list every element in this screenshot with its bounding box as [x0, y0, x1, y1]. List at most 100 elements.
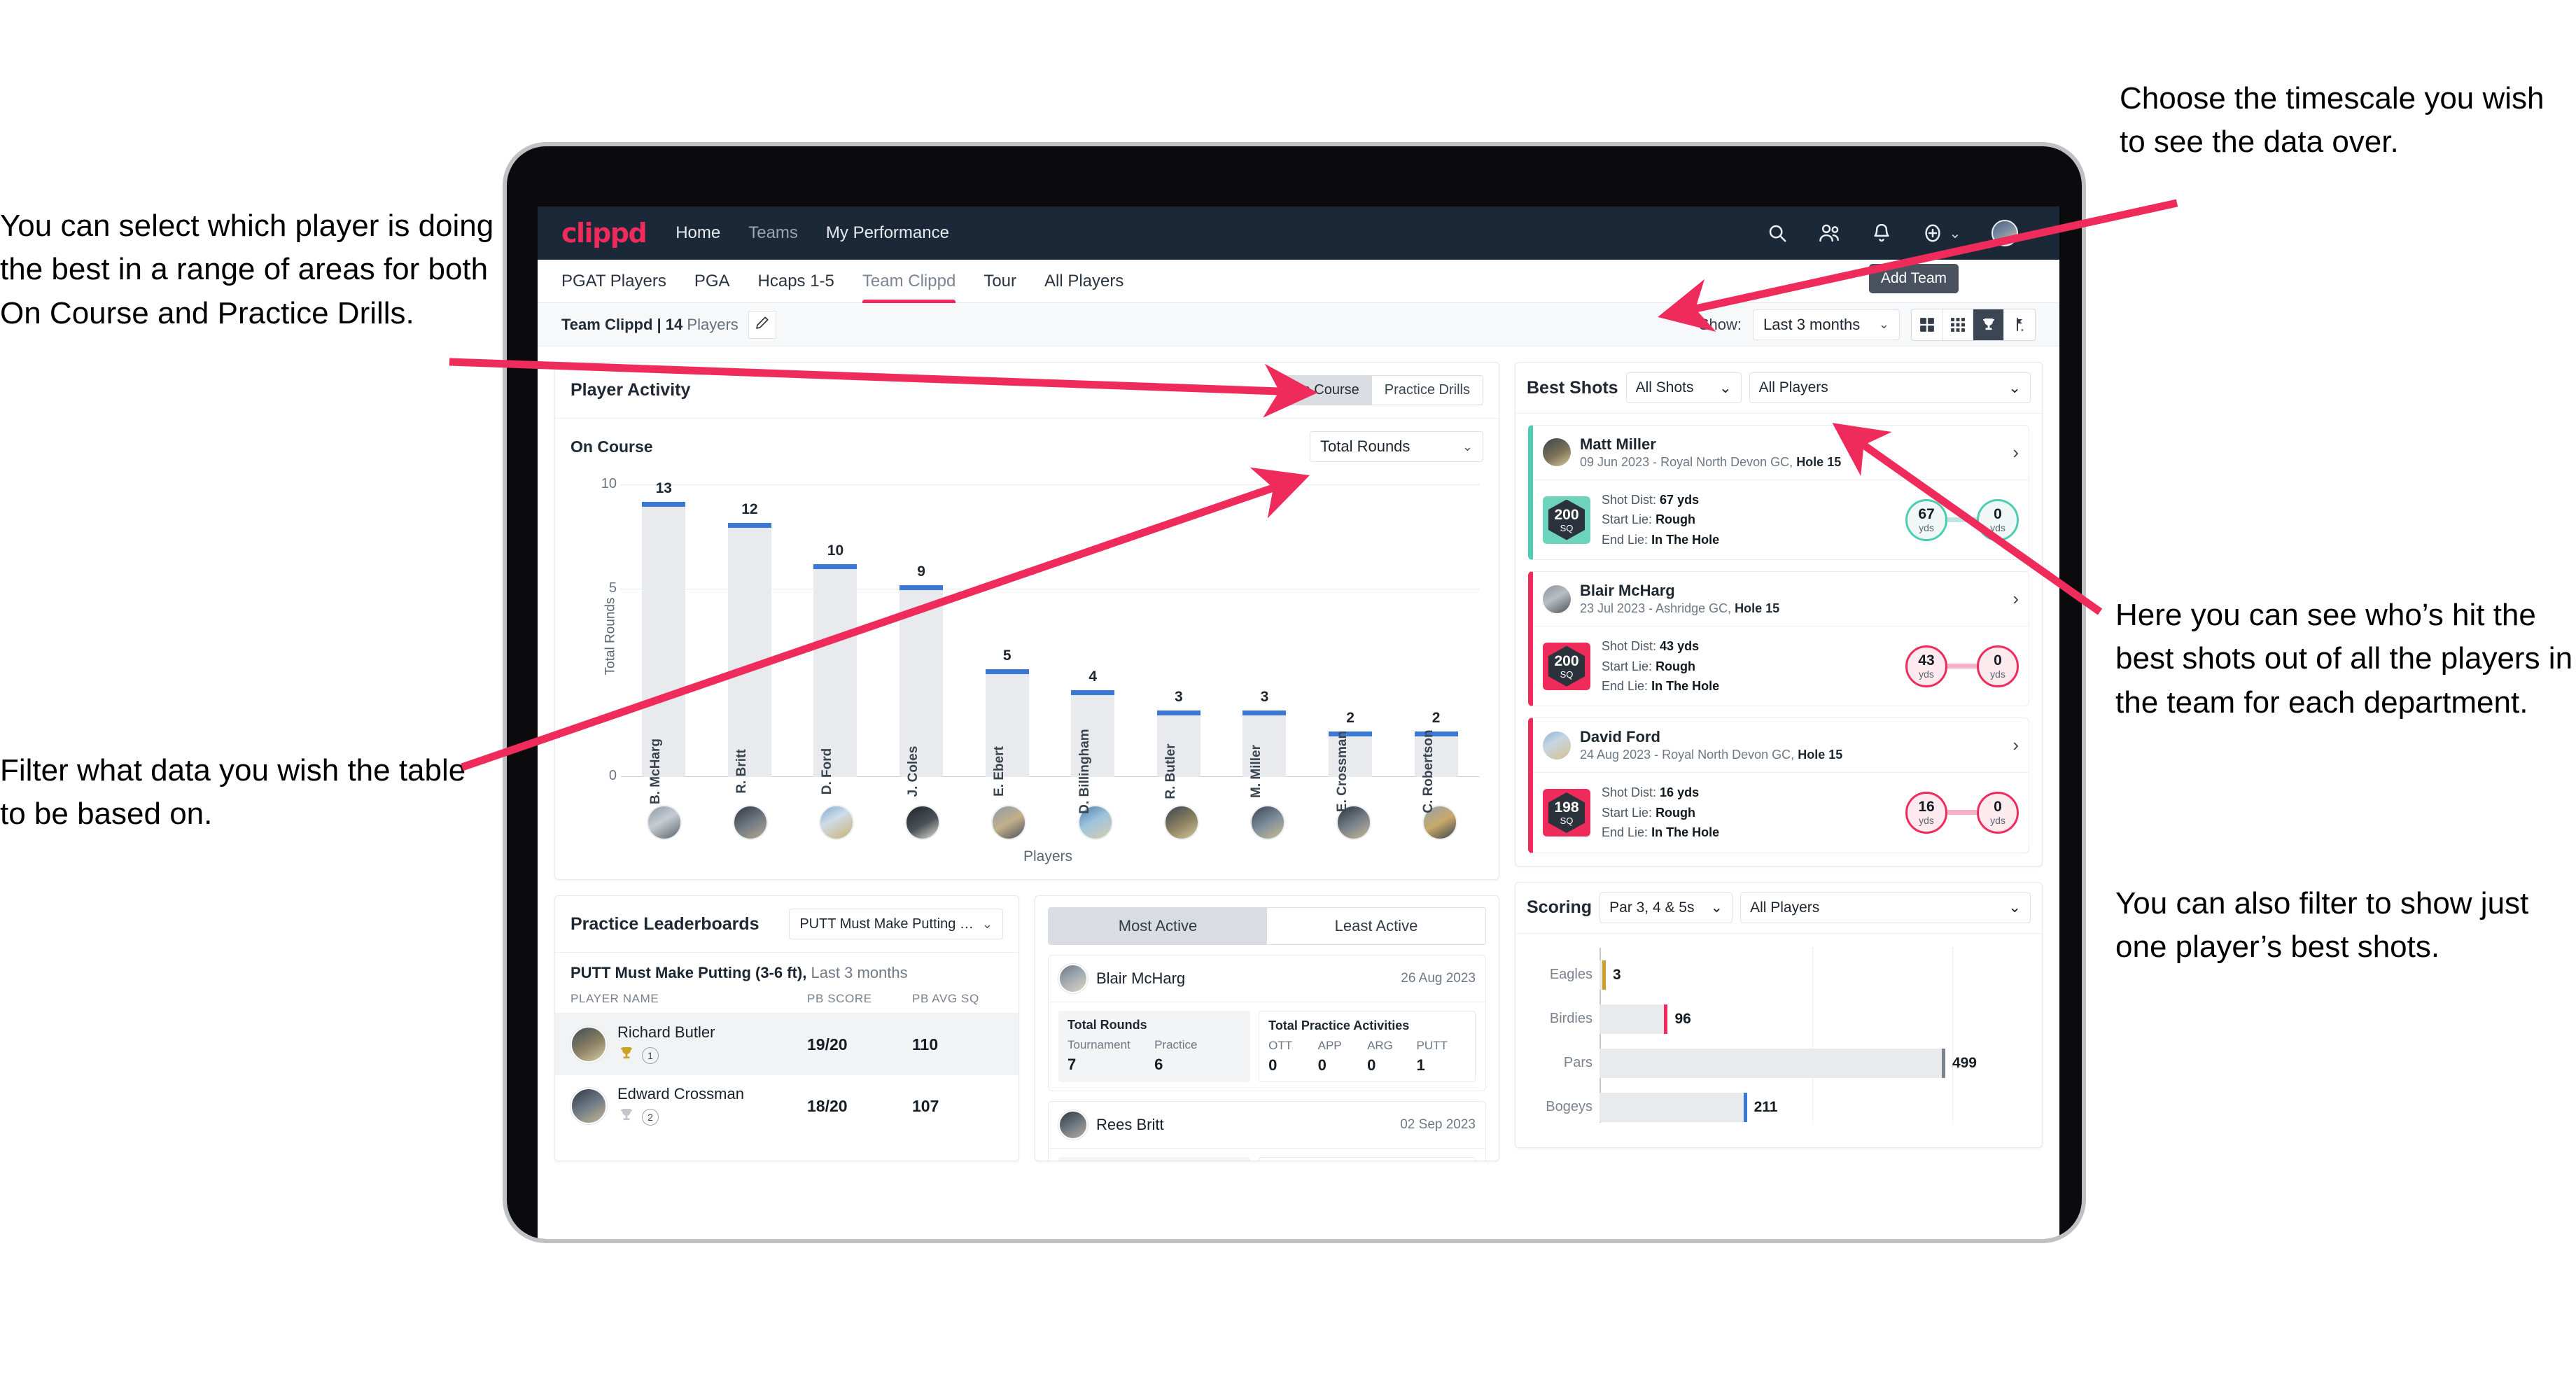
tab-least-active[interactable]: Least Active	[1267, 908, 1485, 944]
table-row[interactable]: Richard Butler 1 19/20 110	[555, 1014, 1018, 1075]
trophy-icon[interactable]	[1973, 309, 2004, 340]
player-avatar-cell	[1311, 805, 1397, 840]
y-tick-10: 10	[601, 476, 617, 491]
chart-bar[interactable]: 2 C. Robertson	[1414, 710, 1458, 813]
tab-pgat-players[interactable]: PGAT Players	[561, 260, 666, 303]
user-menu[interactable]: ⌄	[1991, 220, 2036, 246]
value-practice: 6	[1154, 1056, 1163, 1073]
leaderboard-rank-line: 2	[617, 1107, 744, 1127]
shot-meta: 24 Aug 2023 - Royal North Devon GC, Hole…	[1580, 747, 1843, 762]
shot-end-value: 0	[1994, 506, 2002, 523]
tab-hcaps-1-5[interactable]: Hcaps 1-5	[758, 260, 834, 303]
avatar[interactable]	[732, 805, 768, 840]
hexagon-icon: 200 SQ	[1548, 645, 1585, 687]
avatar[interactable]	[1163, 805, 1199, 840]
shot-connector	[1947, 810, 1977, 816]
trophy-icon	[617, 1107, 636, 1127]
tab-all-players[interactable]: All Players	[1044, 260, 1124, 303]
shot-start-ball: 43 yds	[1905, 645, 1947, 687]
shot-start-value: 43	[1918, 652, 1935, 669]
avatar[interactable]	[819, 805, 854, 840]
tab-pga[interactable]: PGA	[694, 260, 730, 303]
end-lie-value: In The Hole	[1651, 532, 1720, 547]
chart-bar[interactable]: 13 B. McHarg	[642, 480, 686, 804]
shot-course: Royal North Devon GC,	[1660, 454, 1793, 469]
list-item[interactable]: Blair McHarg 26 Aug 2023 Total Rounds To…	[1048, 955, 1486, 1091]
chart-bar[interactable]: 4 D. Billingham	[1071, 668, 1115, 814]
scoring-bar[interactable]	[1600, 1048, 1945, 1078]
edit-team-button[interactable]	[748, 310, 776, 339]
chevron-down-icon: ⌄	[2008, 899, 2021, 916]
player-avatar-cell	[1224, 805, 1310, 840]
scoring-players-select[interactable]: All Players ⌄	[1740, 892, 2031, 923]
par-filter-select[interactable]: Par 3, 4 & 5s ⌄	[1600, 892, 1733, 923]
avatar[interactable]	[991, 805, 1027, 840]
table-row[interactable]: Edward Crossman 2 18/20 107	[555, 1075, 1018, 1137]
chart-bar[interactable]: 5 E. Ebert	[985, 648, 1029, 797]
total-rounds-panel: Total Rounds Tournament Practice 8	[1058, 1157, 1251, 1161]
team-players-word: Players	[687, 315, 738, 333]
grid-small-icon[interactable]	[1942, 309, 1973, 340]
shot-course: Royal North Devon GC,	[1662, 747, 1795, 762]
clippd-logo[interactable]: clippd	[561, 218, 648, 248]
start-lie-label: Start Lie:	[1602, 805, 1653, 820]
chart-bar[interactable]: 2 E. Crossman	[1329, 710, 1373, 812]
shot-end-ball: 0 yds	[1977, 498, 2019, 541]
view-mode-group	[1911, 308, 2036, 341]
chevron-right-icon[interactable]: ›	[2012, 442, 2019, 463]
people-icon[interactable]	[1819, 223, 1841, 244]
grid-large-icon[interactable]	[1912, 309, 1942, 340]
bell-icon[interactable]	[1872, 223, 1891, 244]
shot-course: Ashridge GC,	[1656, 601, 1732, 615]
list-item[interactable]: Blair McHarg 23 Jul 2023 - Ashridge GC, …	[1528, 571, 2029, 707]
avatar[interactable]	[646, 805, 682, 840]
chevron-right-icon[interactable]: ›	[2012, 588, 2019, 610]
drill-select[interactable]: PUTT Must Make Putting … ⌄	[789, 909, 1003, 939]
avatar[interactable]	[1250, 805, 1286, 840]
nav-link-home[interactable]: Home	[676, 223, 720, 243]
shot-sq-value: 200	[1554, 652, 1579, 669]
chevron-right-icon[interactable]: ›	[2012, 734, 2019, 756]
chart-bar-cap	[813, 564, 858, 570]
chart-bar[interactable]: 12 R. Britt	[727, 501, 771, 794]
shots-filter-value: All Shots	[1635, 379, 1694, 396]
toggle-practice-drills[interactable]: Practice Drills	[1371, 376, 1483, 405]
plus-circle-icon[interactable]: ⌄	[1922, 223, 1961, 244]
tab-tour[interactable]: Tour	[983, 260, 1016, 303]
flag-icon[interactable]	[2004, 309, 2035, 340]
chart-bar[interactable]: 10 D. Ford	[813, 542, 858, 794]
chart-bar[interactable]: 3 M. Miller	[1242, 689, 1287, 798]
screenshot-root: You can select which player is doing the…	[0, 0, 2576, 1386]
tab-most-active[interactable]: Most Active	[1049, 908, 1267, 944]
list-item: Richard Butler	[617, 1023, 715, 1041]
y-tick-5: 5	[608, 580, 617, 596]
scoring-bar[interactable]	[1600, 1092, 1747, 1122]
leaderboard-subtitle: PUTT Must Make Putting (3-6 ft), Last 3 …	[555, 953, 1018, 982]
list-item[interactable]: Rees Britt 02 Sep 2023 Total Rounds Tour…	[1048, 1101, 1486, 1161]
list-item[interactable]: David Ford 24 Aug 2023 - Royal North Dev…	[1528, 718, 2029, 853]
shot-card-header: David Ford 24 Aug 2023 - Royal North Dev…	[1533, 718, 2029, 774]
tab-team-clippd[interactable]: Team Clippd	[862, 260, 956, 303]
activity-card-body: Total Rounds Tournament Practice 8	[1049, 1149, 1485, 1161]
toggle-on-course[interactable]: On Course	[1279, 376, 1372, 405]
scoring-bar-tip	[1743, 1092, 1747, 1122]
label-practice: Practice	[1154, 1038, 1198, 1051]
list-item[interactable]: Matt Miller 09 Jun 2023 - Royal North De…	[1528, 425, 2029, 561]
nav-link-teams[interactable]: Teams	[748, 223, 798, 243]
chart-bar[interactable]: 9 J. Coles	[899, 564, 944, 797]
shots-filter-select[interactable]: All Shots ⌄	[1625, 372, 1742, 403]
search-icon[interactable]	[1767, 223, 1788, 244]
leaderboard-rank-line: 1	[617, 1045, 715, 1065]
avatar[interactable]	[905, 805, 941, 840]
label-arg: ARG	[1367, 1039, 1393, 1052]
scoring-bar[interactable]	[1600, 1004, 1668, 1034]
players-filter-select[interactable]: All Players ⌄	[1749, 372, 2031, 403]
chart-bar[interactable]: 3 R. Butler	[1156, 689, 1200, 799]
nav-link-my-performance[interactable]: My Performance	[826, 223, 949, 243]
shot-details: Shot Dist: 16 yds Start Lie: Rough End L…	[1602, 783, 1719, 842]
metric-select[interactable]: Total Rounds ⌄	[1310, 431, 1483, 462]
avatar	[570, 1088, 607, 1124]
chart-bar-cell: 2 E. Crossman	[1308, 484, 1394, 812]
scoring-bar[interactable]	[1600, 960, 1606, 990]
timescale-select[interactable]: Last 3 months ⌄	[1753, 309, 1900, 340]
